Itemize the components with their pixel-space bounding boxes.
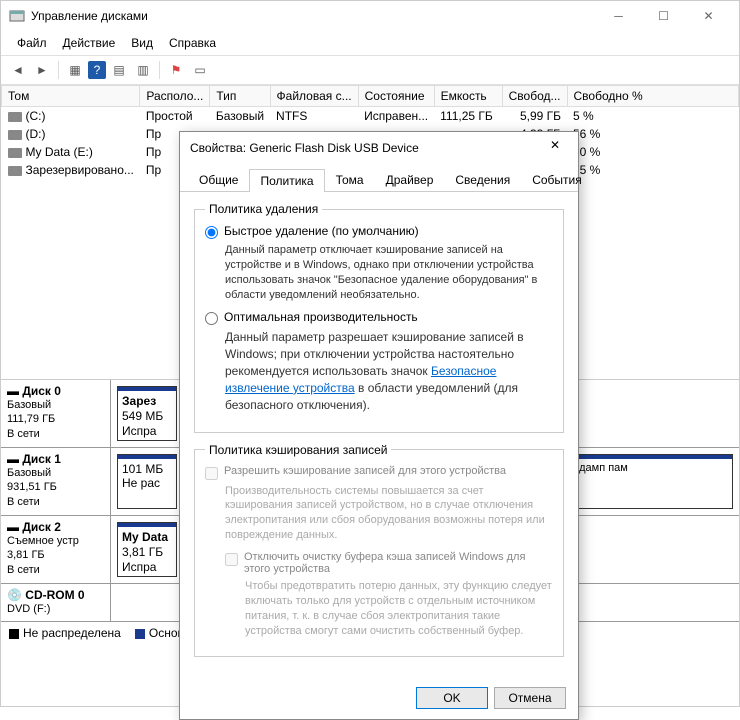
tab-policy[interactable]: Политика [249,169,324,192]
col-freepct[interactable]: Свободно % [567,86,739,107]
partition-box[interactable]: ый дамп пам [557,454,733,509]
quick-removal-desc: Данный параметр отключает кэширование за… [225,243,553,302]
better-performance-radio[interactable] [205,312,218,325]
disk-management-window: Управление дисками ─ ☐ ✕ Файл Действие В… [0,0,740,707]
dialog-close-button[interactable]: ✕ [542,138,568,158]
dialog-title: Свойства: Generic Flash Disk USB Device [190,141,542,155]
cancel-button[interactable]: Отмена [494,687,566,709]
legend-unallocated: Не распределена [23,626,121,640]
list-icon[interactable]: ▥ [132,59,154,81]
dialog-tabs: Общие Политика Тома Драйвер Сведения Соб… [180,168,578,192]
forward-button[interactable]: ► [31,59,53,81]
disable-flush-desc: Чтобы предотвратить потерю данных, эту ф… [245,579,553,638]
app-icon [9,8,25,24]
view-icon[interactable]: ▤ [108,59,130,81]
col-type[interactable]: Тип [210,86,270,107]
col-status[interactable]: Состояние [358,86,434,107]
tab-general[interactable]: Общие [188,168,249,191]
disk-header: ▬ Диск 0Базовый111,79 ГБВ сети [1,380,111,447]
write-cache-group: Политика кэширования записей Разрешить к… [194,443,564,658]
legend-primary-icon [135,629,145,639]
titlebar: Управление дисками ─ ☐ ✕ [1,1,739,31]
partition-box[interactable]: Зарез549 МБИспра [117,386,177,441]
minimize-button[interactable]: ─ [596,2,641,30]
dialog-buttons: OK Отмена [180,677,578,719]
better-performance-desc: Данный параметр разрешает кэширование за… [225,329,553,413]
maximize-button[interactable]: ☐ [641,2,686,30]
quick-removal-radio[interactable] [205,226,218,239]
menu-view[interactable]: Вид [123,33,161,53]
better-performance-label: Оптимальная производительность [224,310,418,324]
disk-header: 💿 CD-ROM 0DVD (F:) [1,584,111,621]
disable-flush-checkbox [225,553,238,566]
tab-driver[interactable]: Драйвер [375,168,445,191]
enable-cache-desc: Производительность системы повышается за… [225,484,553,543]
table-row[interactable]: (C:)ПростойБазовыйNTFSИсправен...111,25 … [2,107,739,126]
ok-button[interactable]: OK [416,687,488,709]
disk-header: ▬ Диск 1Базовый931,51 ГБВ сети [1,448,111,515]
close-button[interactable]: ✕ [686,2,731,30]
disk-header: ▬ Диск 2Съемное устр3,81 ГБВ сети [1,516,111,583]
col-free[interactable]: Свобод... [502,86,567,107]
back-button[interactable]: ◄ [7,59,29,81]
tab-volumes[interactable]: Тома [325,168,375,191]
enable-cache-checkbox [205,467,218,480]
help-icon[interactable]: ? [88,61,106,79]
tab-policy-content: Политика удаления Быстрое удаление (по у… [180,192,578,677]
menu-file[interactable]: Файл [9,33,55,53]
settings-icon[interactable]: ▭ [189,59,211,81]
flag-icon[interactable]: ⚑ [165,59,187,81]
col-fs[interactable]: Файловая с... [270,86,358,107]
removal-policy-legend: Политика удаления [205,202,322,216]
legend-unallocated-icon [9,629,19,639]
window-controls: ─ ☐ ✕ [596,2,731,30]
removal-policy-group: Политика удаления Быстрое удаление (по у… [194,202,564,433]
col-capacity[interactable]: Емкость [434,86,502,107]
write-cache-legend: Политика кэширования записей [205,443,391,457]
refresh-icon[interactable]: ▦ [64,59,86,81]
partition-box[interactable]: My Data3,81 ГБИспра [117,522,177,577]
tab-events[interactable]: События [521,168,593,191]
col-layout[interactable]: Располо... [140,86,210,107]
quick-removal-label: Быстрое удаление (по умолчанию) [224,224,419,238]
tab-details[interactable]: Сведения [444,168,521,191]
menubar: Файл Действие Вид Справка [1,31,739,56]
enable-cache-label: Разрешить кэширование записей для этого … [224,465,506,477]
properties-dialog: Свойства: Generic Flash Disk USB Device … [179,131,579,720]
menu-action[interactable]: Действие [55,33,124,53]
toolbar: ◄ ► ▦ ? ▤ ▥ ⚑ ▭ [1,56,739,85]
col-volume[interactable]: Том [2,86,140,107]
menu-help[interactable]: Справка [161,33,224,53]
partition-box[interactable]: 101 МБНе рас [117,454,177,509]
dialog-titlebar: Свойства: Generic Flash Disk USB Device … [180,132,578,164]
window-title: Управление дисками [31,9,596,23]
disable-flush-label: Отключить очистку буфера кэша записей Wi… [244,551,553,575]
